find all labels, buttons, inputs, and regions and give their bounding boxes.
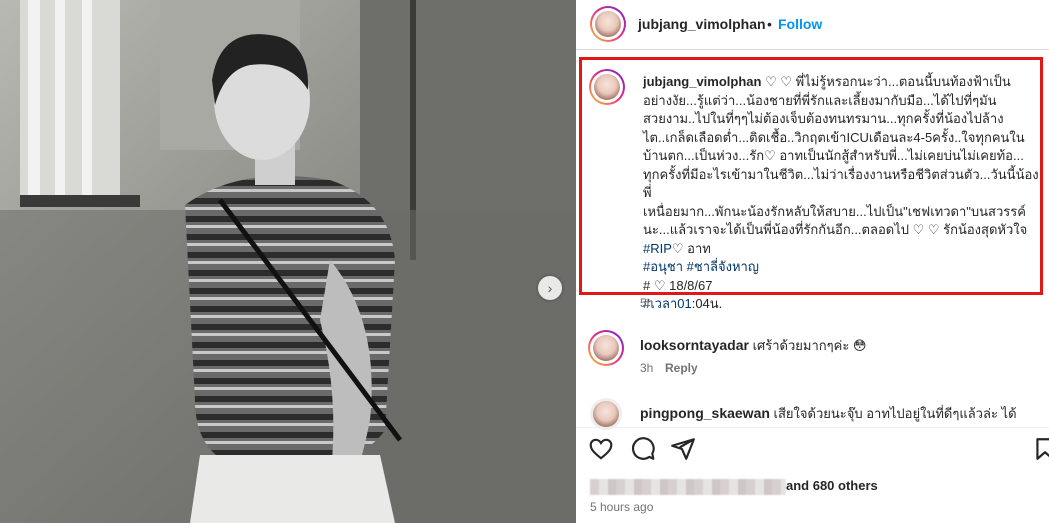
post-photo: › [0, 0, 576, 523]
caption-text: jubjang_vimolphan ♡ ♡ พี่ไม่รู้หรอกนะว่า… [643, 73, 1043, 314]
comment-text: เศร้าด้วยมากๆค่ะ 😳 [752, 338, 867, 353]
caption-avatar[interactable] [589, 69, 625, 105]
action-bar [576, 427, 1049, 468]
bookmark-icon[interactable] [1032, 436, 1049, 462]
photo-illustration [0, 0, 576, 523]
caption-line-5: บ้านตก...เป็นห่วง...รัก♡ อาทเป็นนักสู้สำ… [643, 148, 1024, 163]
author-avatar[interactable] [590, 6, 626, 42]
date-line: # ♡ 18/8/67 [643, 277, 713, 293]
post-time-ago: 5 hours ago [590, 500, 654, 514]
follow-button[interactable]: Follow [778, 16, 822, 32]
comment-age: 3h [640, 361, 654, 375]
post-side-panel: jubjang_vimolphan • Follow jubjang_vimol… [576, 0, 1049, 523]
comment-item: looksorntayadar เศร้าด้วยมากๆค่ะ 😳 3h Re… [576, 330, 1049, 380]
author-username[interactable]: jubjang_vimolphan [638, 16, 766, 32]
caption-line-3: สวยงาม..ไปในที่ๆๆไม่ต้องเจ็บต้องทนทรมาน.… [643, 111, 1004, 126]
comment-icon[interactable] [630, 436, 656, 462]
commenter-avatar[interactable] [590, 398, 622, 430]
hashtag-rip[interactable]: #RIP [643, 241, 672, 256]
comment-body: looksorntayadar เศร้าด้วยมากๆค่ะ 😳 [640, 335, 866, 356]
rip-suffix: ♡ อาท [671, 240, 711, 256]
comment-text: เสียใจด้วยนะจุ๊บ อาทไปอยู่ในที่ดีๆแล้วล่… [773, 406, 1017, 421]
caption-line-1: ♡ ♡ พี่ไม่รู้หรอกนะว่า...ตอนนี้บนท้องฟ้า… [765, 74, 1011, 89]
comment-item: pingpong_skaewan เสียใจด้วยนะจุ๊บ อาทไปอ… [576, 398, 1049, 430]
commenter-username[interactable]: pingpong_skaewan [640, 405, 770, 421]
commenter-username[interactable]: looksorntayadar [640, 337, 749, 353]
reply-button[interactable]: Reply [665, 361, 698, 375]
caption-username[interactable]: jubjang_vimolphan [643, 74, 761, 89]
caption-age: 5h [640, 296, 654, 310]
post-caption: jubjang_vimolphan ♡ ♡ พี่ไม่รู้หรอกนะว่า… [579, 57, 1043, 311]
commenter-avatar[interactable] [588, 330, 624, 366]
post-header: jubjang_vimolphan • Follow [576, 0, 1049, 50]
header-separator: • [767, 16, 772, 32]
caption-line-7: เหนื่อยมาก...พักนะน้องรักหลับให้สบาย...ไ… [643, 203, 1026, 219]
caption-line-6: ทุกครั้งที่มีอะไรเข้ามาในชีวิต...ไม่ว่าเ… [643, 166, 1039, 201]
caption-line-8: นะ...แล้วเราจะได้เป็นพี่น้องที่รักกันอีก… [643, 222, 1028, 237]
next-image-button[interactable]: › [538, 276, 562, 300]
likes-count: and 680 others [786, 478, 878, 493]
time-suffix: :04น. [691, 296, 723, 311]
comment-body: pingpong_skaewan เสียใจด้วยนะจุ๊บ อาทไปอ… [640, 403, 1017, 424]
heart-icon[interactable] [588, 436, 614, 462]
caption-line-2: อย่างงัย...รู้แต่ว่า...น้องชายที่พี่รักแ… [643, 92, 997, 108]
caption-line-4: ไต..เกล็ดเลือดต่ำ...ติดเชื้อ..วิกฤตเข้าI… [643, 129, 1025, 145]
blurred-likers [590, 479, 786, 495]
hashtag-names[interactable]: #อนุชา #ชาลี่จังหาญ [643, 259, 759, 274]
share-icon[interactable] [670, 436, 696, 462]
